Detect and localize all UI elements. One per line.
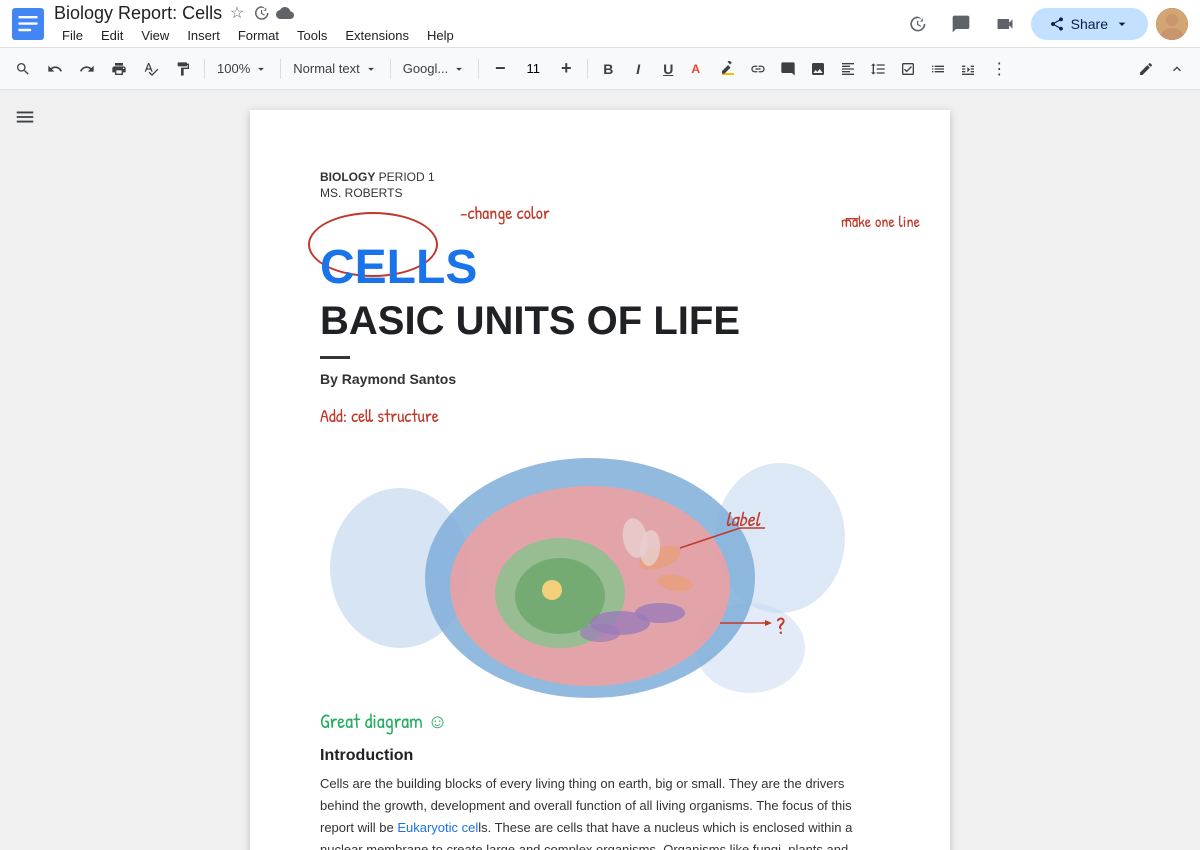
cell-diagram: label ? bbox=[320, 438, 850, 698]
teacher-name: MS. ROBERTS bbox=[320, 186, 402, 200]
menu-insert[interactable]: Insert bbox=[179, 26, 228, 45]
history-icon[interactable] bbox=[252, 4, 270, 22]
top-bar: Biology Report: Cells ☆ File Edit View I… bbox=[0, 0, 1200, 48]
more-options-button[interactable]: ⋮ bbox=[984, 54, 1014, 84]
menu-tools[interactable]: Tools bbox=[289, 26, 335, 45]
star-icon[interactable]: ☆ bbox=[228, 4, 246, 22]
user-avatar[interactable] bbox=[1156, 8, 1188, 40]
link-button[interactable] bbox=[744, 55, 772, 83]
comments-button[interactable] bbox=[943, 6, 979, 42]
subject-rest: PERIOD 1 bbox=[375, 170, 434, 184]
title-divider bbox=[320, 356, 350, 359]
share-label: Share bbox=[1071, 16, 1108, 32]
font-label: Googl... bbox=[403, 61, 449, 76]
redo-button[interactable] bbox=[72, 54, 102, 84]
comment-button[interactable] bbox=[774, 55, 802, 83]
undo-button[interactable] bbox=[40, 54, 70, 84]
font-size-input[interactable] bbox=[517, 60, 549, 77]
toolbar: 100% Normal text Googl... − + B I U A bbox=[0, 48, 1200, 90]
style-dropdown[interactable]: Normal text bbox=[287, 54, 383, 84]
align-button[interactable] bbox=[834, 55, 862, 83]
bold-button[interactable]: B bbox=[594, 55, 622, 83]
document-page: BIOLOGY PERIOD 1 MS. ROBERTS CELLS –chan… bbox=[250, 110, 950, 850]
annotation-bracket: ⌐ bbox=[844, 204, 860, 232]
subject-bold: BIOLOGY bbox=[320, 170, 375, 184]
collapse-button[interactable] bbox=[1162, 54, 1192, 84]
cell-svg bbox=[320, 438, 850, 698]
separator-4 bbox=[478, 59, 479, 79]
font-size-increase[interactable]: + bbox=[551, 54, 581, 84]
style-label: Normal text bbox=[293, 61, 359, 76]
page-container[interactable]: BIOLOGY PERIOD 1 MS. ROBERTS CELLS –chan… bbox=[50, 90, 1150, 850]
author-text: By Raymond Santos bbox=[320, 371, 456, 387]
intro-link-1[interactable]: Eukaryotic cel bbox=[397, 820, 478, 835]
teacher-line: MS. ROBERTS bbox=[320, 186, 880, 200]
svg-text:A: A bbox=[692, 62, 701, 76]
right-panel bbox=[1150, 90, 1200, 850]
paint-format-button[interactable] bbox=[168, 54, 198, 84]
separator-5 bbox=[587, 59, 588, 79]
font-size-decrease[interactable]: − bbox=[485, 54, 515, 84]
search-button[interactable] bbox=[8, 54, 38, 84]
zoom-dropdown[interactable]: 100% bbox=[211, 54, 274, 84]
separator-2 bbox=[280, 59, 281, 79]
intro-heading: Introduction bbox=[320, 747, 880, 765]
title-basic: BASIC UNITS OF LIFE bbox=[320, 299, 880, 344]
title-wrapper: CELLS –change color ⌐ make one line BASI… bbox=[320, 220, 880, 344]
menu-bar: File Edit View Insert Format Tools Exten… bbox=[54, 26, 462, 45]
font-dropdown[interactable]: Googl... bbox=[397, 54, 473, 84]
app-logo bbox=[12, 8, 44, 40]
separator-1 bbox=[204, 59, 205, 79]
great-diagram-area: Great diagram ☺ bbox=[320, 708, 880, 735]
title-cells: CELLS bbox=[320, 240, 477, 295]
line-spacing-button[interactable] bbox=[864, 55, 892, 83]
separator-3 bbox=[390, 59, 391, 79]
doc-title-area: Biology Report: Cells ☆ File Edit View I… bbox=[54, 3, 462, 45]
sidebar-toggle[interactable] bbox=[0, 90, 50, 850]
main-area: BIOLOGY PERIOD 1 MS. ROBERTS CELLS –chan… bbox=[0, 90, 1200, 850]
annotation-change-color: –change color bbox=[460, 200, 550, 225]
highlight-button[interactable] bbox=[714, 55, 742, 83]
annotation-area: Add: cell structure bbox=[320, 403, 880, 428]
intro-text: Cells are the building blocks of every l… bbox=[320, 773, 880, 850]
cloud-icon bbox=[276, 4, 294, 22]
annotation-add-cell: Add: cell structure bbox=[320, 403, 439, 428]
share-button[interactable]: Share bbox=[1031, 8, 1148, 40]
menu-view[interactable]: View bbox=[133, 26, 177, 45]
subject-line: BIOLOGY PERIOD 1 bbox=[320, 170, 880, 184]
pen-button[interactable] bbox=[1132, 55, 1160, 83]
menu-format[interactable]: Format bbox=[230, 26, 287, 45]
menu-edit[interactable]: Edit bbox=[93, 26, 131, 45]
doc-title[interactable]: Biology Report: Cells bbox=[54, 3, 222, 24]
recent-activity-button[interactable] bbox=[899, 6, 935, 42]
image-button[interactable] bbox=[804, 55, 832, 83]
menu-extensions[interactable]: Extensions bbox=[337, 26, 417, 45]
font-color-button[interactable]: A bbox=[684, 55, 712, 83]
annotation-make-one-line: make one line bbox=[841, 210, 920, 232]
indent-button[interactable] bbox=[954, 55, 982, 83]
meet-button[interactable] bbox=[987, 6, 1023, 42]
checklist-button[interactable] bbox=[894, 55, 922, 83]
menu-help[interactable]: Help bbox=[419, 26, 462, 45]
annotation-great-diagram: Great diagram ☺ bbox=[320, 708, 448, 735]
author-line: By Raymond Santos bbox=[320, 371, 880, 387]
print-button[interactable] bbox=[104, 54, 134, 84]
menu-file[interactable]: File bbox=[54, 26, 91, 45]
underline-button[interactable]: U bbox=[654, 55, 682, 83]
font-size-controls: − + bbox=[485, 54, 581, 84]
header-actions: Share bbox=[899, 6, 1188, 42]
doc-title-row: Biology Report: Cells ☆ bbox=[54, 3, 462, 24]
spellcheck-button[interactable] bbox=[136, 54, 166, 84]
sidebar-toggle-icon bbox=[14, 106, 36, 134]
list-button[interactable] bbox=[924, 55, 952, 83]
italic-button[interactable]: I bbox=[624, 55, 652, 83]
